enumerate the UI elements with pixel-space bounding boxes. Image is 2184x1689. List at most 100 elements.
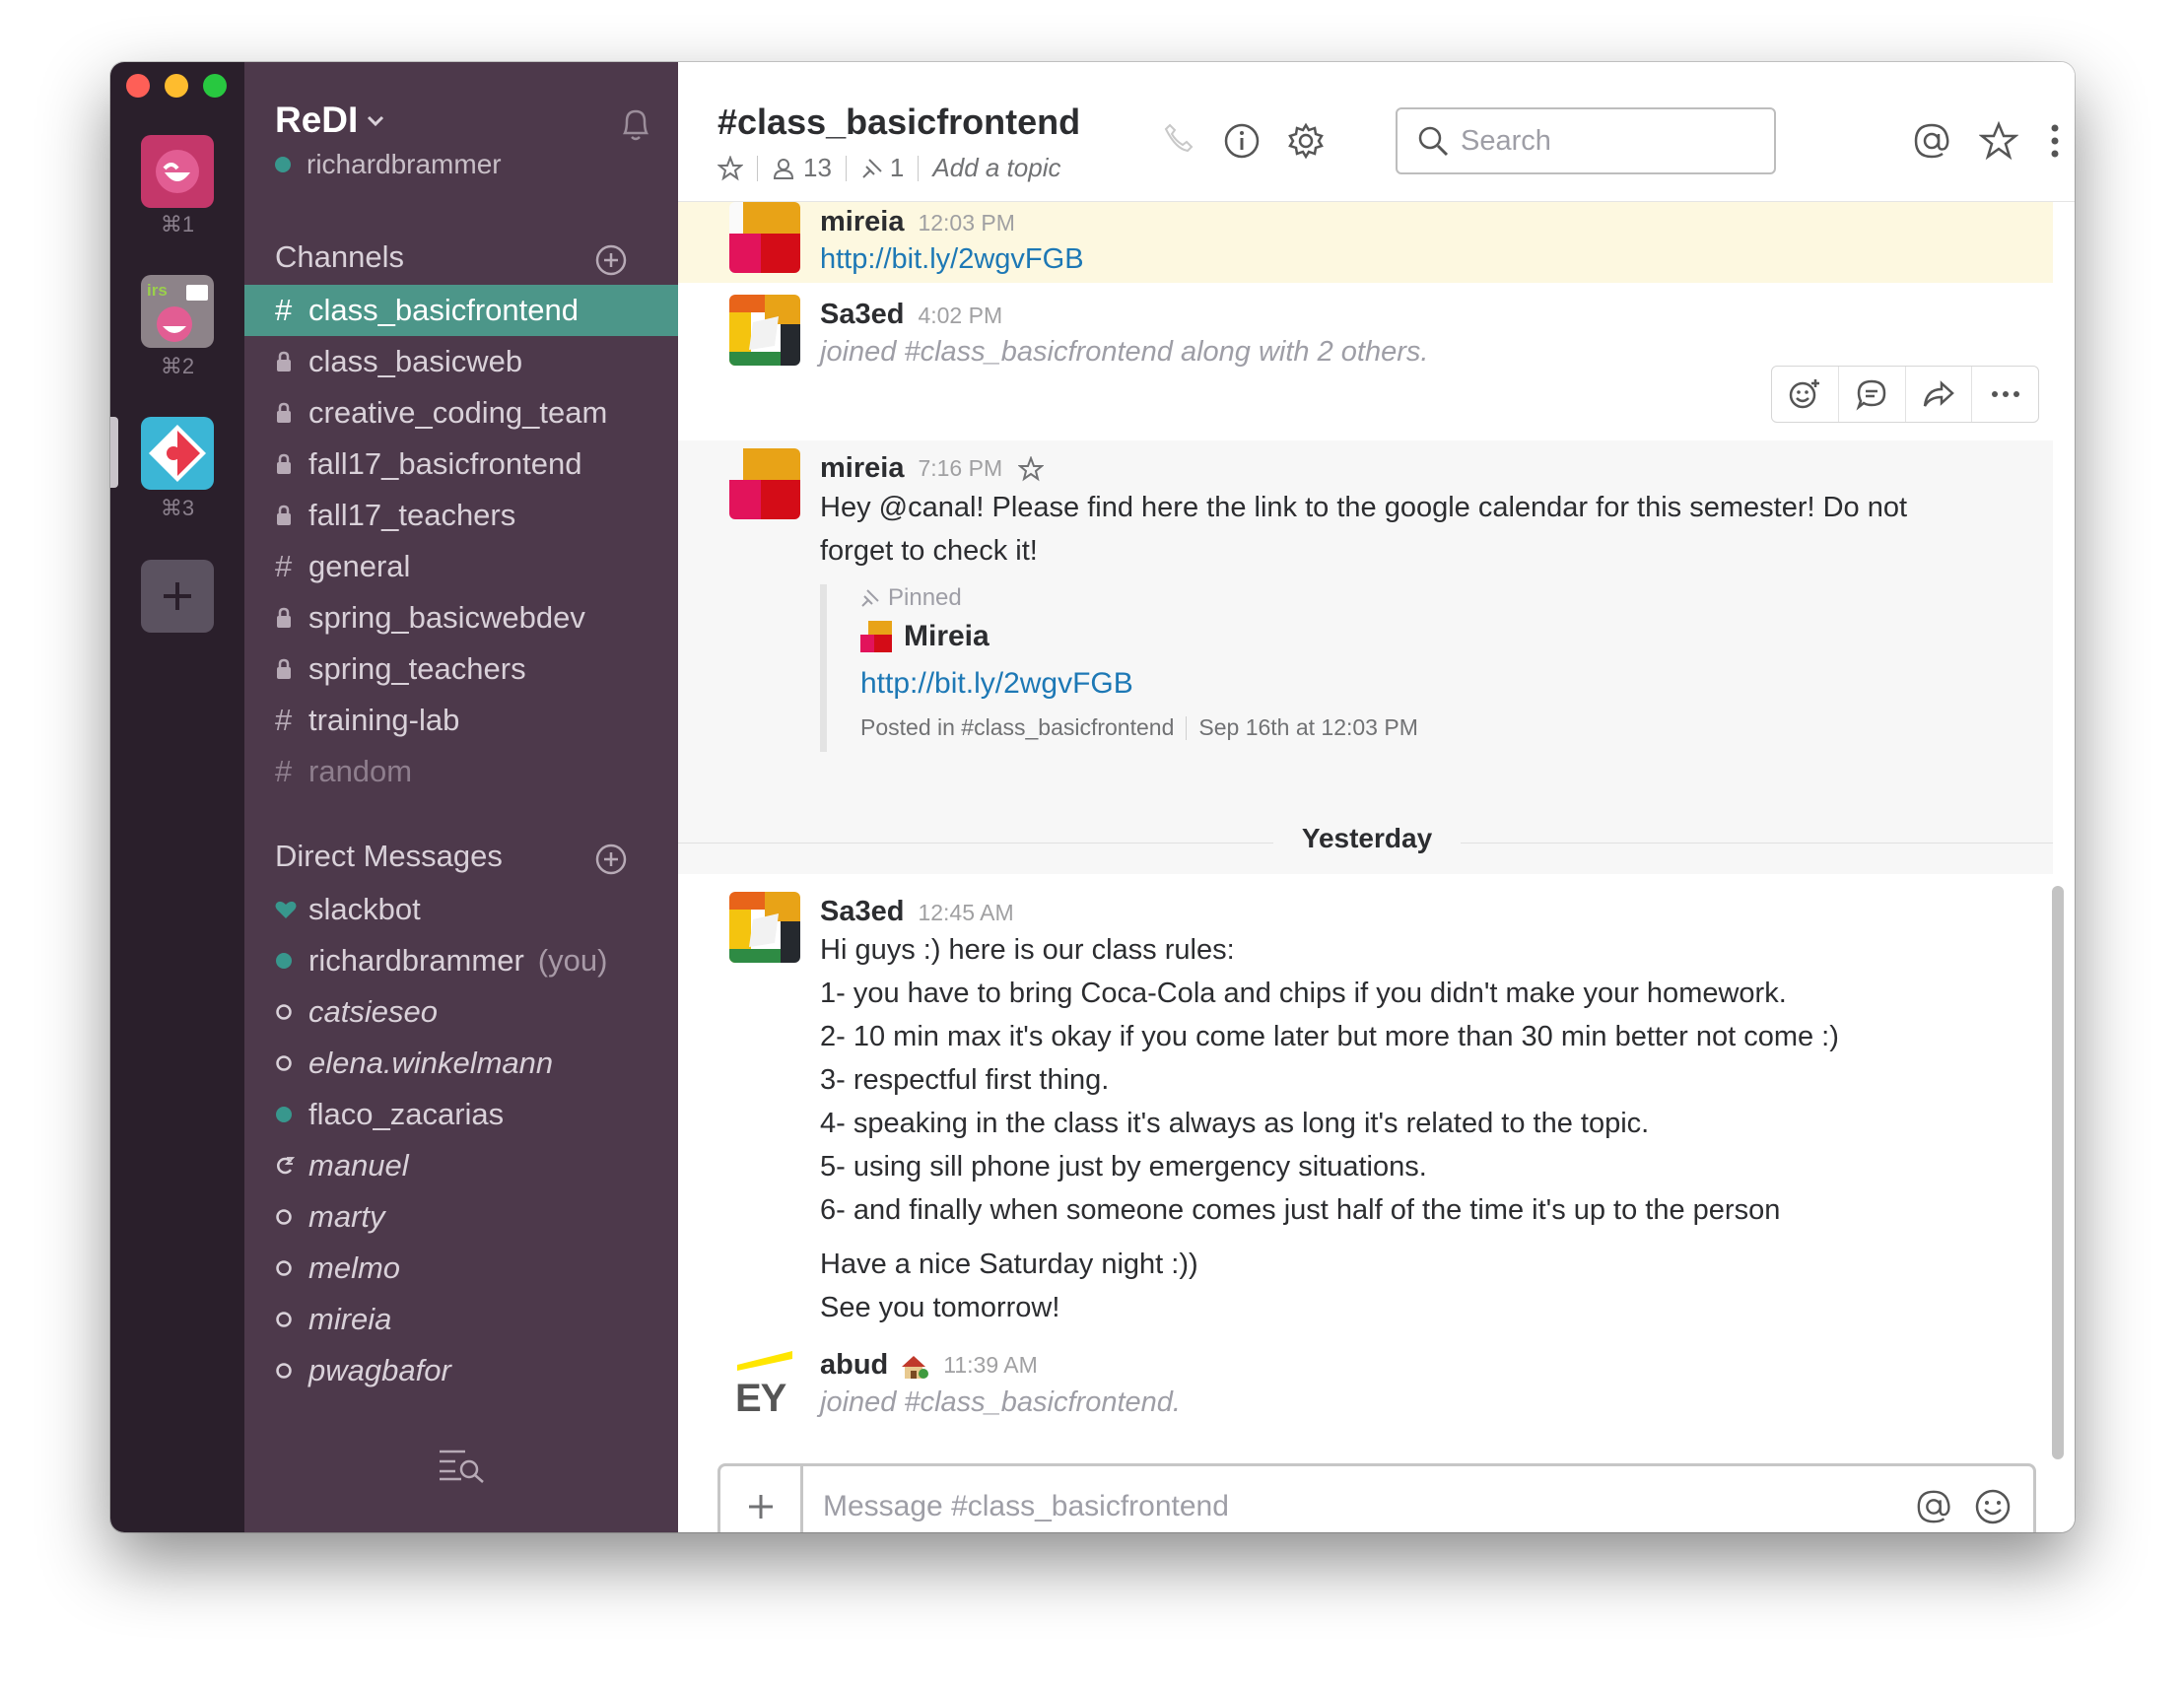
message-input[interactable] [823, 1490, 1915, 1523]
channel-item[interactable]: fall17_basicfrontend [244, 439, 678, 490]
channel-item[interactable]: # training-lab [244, 695, 678, 746]
direct-message-item[interactable]: mireia [244, 1294, 678, 1345]
info-icon[interactable] [1222, 121, 1262, 161]
pin-icon[interactable] [860, 157, 884, 180]
quick-switcher-icon[interactable] [438, 1446, 487, 1483]
star-message-icon[interactable] [1018, 455, 1045, 482]
mention-button[interactable] [1915, 1488, 1952, 1525]
zoom-window-button[interactable] [203, 74, 227, 98]
member-icon[interactable] [772, 157, 795, 180]
message-author[interactable]: abud 11:39 AM [820, 1349, 1038, 1382]
search-box[interactable] [1396, 107, 1776, 174]
direct-message-item[interactable]: melmo [244, 1243, 678, 1294]
message-link[interactable]: http://bit.ly/2wgvFGB [820, 243, 1084, 275]
avatar-image [729, 892, 800, 963]
call-icon[interactable] [1162, 121, 1195, 155]
avatar[interactable] [729, 202, 800, 273]
avatar[interactable] [729, 448, 800, 519]
channel-title[interactable]: #class_basicfrontend [717, 101, 1080, 143]
lock-icon [275, 658, 308, 680]
channel-name: class_basicfrontend [308, 293, 579, 327]
message-time[interactable]: 4:02 PM [918, 303, 1002, 328]
starred-items-icon[interactable] [1979, 121, 2018, 161]
team-icon-1[interactable] [141, 135, 214, 208]
mentions-icon[interactable] [1912, 121, 1951, 161]
add-reaction-button[interactable] [1772, 367, 1839, 422]
notifications-bell-icon[interactable] [619, 105, 652, 143]
message-body: Hi guys :) here is our class rules: 1- y… [820, 928, 1839, 1232]
avatar[interactable]: EY [729, 1349, 800, 1420]
message-author[interactable]: mireia 12:03 PM [820, 206, 1015, 238]
pinned-link[interactable]: http://bit.ly/2wgvFGB [860, 667, 1133, 701]
team-shortcut-2: ⌘2 [160, 354, 195, 378]
add-channel-icon[interactable] [594, 243, 628, 277]
author-name[interactable]: abud [820, 1349, 888, 1382]
pinned-count[interactable]: 1 [890, 153, 904, 183]
avatar[interactable] [729, 295, 800, 366]
lock-icon [275, 505, 308, 526]
direct-message-item[interactable]: marty [244, 1191, 678, 1243]
channel-item[interactable]: # class_basicfrontend [244, 285, 678, 336]
author-name[interactable]: mireia [820, 206, 904, 237]
team-icon-2[interactable]: irs [141, 275, 214, 348]
member-count[interactable]: 13 [803, 153, 832, 183]
team-icon-3[interactable] [141, 417, 214, 490]
message-author[interactable]: mireia 7:16 PM [820, 452, 1045, 485]
more-actions-button[interactable] [1972, 367, 2038, 422]
channel-name: fall17_basicfrontend [308, 446, 582, 481]
pinned-author-name[interactable]: Mireia [904, 620, 990, 653]
channel-item[interactable]: spring_teachers [244, 643, 678, 695]
message-line: Have a nice Saturday night :)) [820, 1249, 1198, 1280]
message-line: 4- speaking in the class it's always as … [820, 1108, 1650, 1139]
chevron-down-icon[interactable] [367, 115, 384, 127]
direct-messages-heading[interactable]: Direct Messages [275, 839, 503, 874]
avatar[interactable] [729, 892, 800, 963]
add-team-button[interactable] [141, 560, 214, 633]
workspace-name[interactable]: ReDI [275, 100, 358, 141]
message-author[interactable]: Sa3ed 4:02 PM [820, 299, 1002, 331]
direct-message-item[interactable]: elena.winkelmann [244, 1038, 678, 1089]
direct-message-item[interactable]: pwagbafor [244, 1345, 678, 1396]
message-time[interactable]: 12:03 PM [918, 210, 1014, 236]
direct-message-item[interactable]: manuel [244, 1140, 678, 1191]
away-status-icon [275, 1259, 308, 1277]
emoji-button[interactable] [1974, 1488, 2012, 1525]
share-message-button[interactable] [1906, 367, 1973, 422]
gear-icon[interactable] [1286, 121, 1326, 161]
away-status-icon [275, 1003, 308, 1021]
channel-item[interactable]: spring_basicwebdev [244, 592, 678, 643]
message-author[interactable]: Sa3ed 12:45 AM [820, 896, 1014, 928]
add-direct-message-icon[interactable] [594, 843, 628, 876]
author-name[interactable]: Sa3ed [820, 299, 904, 330]
channel-item[interactable]: creative_coding_team [244, 387, 678, 439]
star-channel-icon[interactable] [717, 155, 743, 181]
attach-button[interactable] [720, 1466, 803, 1532]
add-topic-link[interactable]: Add a topic [932, 153, 1060, 183]
direct-message-item[interactable]: catsieseo [244, 986, 678, 1038]
start-thread-button[interactable] [1839, 367, 1906, 422]
minimize-window-button[interactable] [165, 74, 188, 98]
channel-item[interactable]: # random [244, 746, 678, 797]
channel-item[interactable]: class_basicweb [244, 336, 678, 387]
channels-heading[interactable]: Channels [275, 239, 404, 275]
message-time[interactable]: 12:45 AM [918, 900, 1013, 925]
author-name[interactable]: mireia [820, 452, 904, 485]
message-body: http://bit.ly/2wgvFGB [820, 237, 1084, 281]
close-window-button[interactable] [126, 74, 150, 98]
direct-message-item[interactable]: slackbot [244, 884, 678, 935]
message-time[interactable]: 11:39 AM [943, 1352, 1037, 1379]
channel-item[interactable]: fall17_teachers [244, 490, 678, 541]
direct-message-item[interactable]: flaco_zacarias [244, 1089, 678, 1140]
pinned-date[interactable]: Sep 16th at 12:03 PM [1198, 714, 1418, 741]
search-input[interactable] [1461, 124, 1746, 158]
pinned-author[interactable]: Mireia [860, 620, 990, 653]
current-user[interactable]: richardbrammer [275, 149, 502, 180]
pinned-posted-in[interactable]: Posted in #class_basicfrontend [860, 714, 1174, 741]
author-name[interactable]: Sa3ed [820, 896, 904, 927]
more-vertical-icon[interactable] [2045, 121, 2065, 161]
scrollbar-thumb[interactable] [2052, 886, 2064, 1459]
channel-item[interactable]: # general [244, 541, 678, 592]
message-time[interactable]: 7:16 PM [918, 455, 1002, 482]
direct-message-item[interactable]: richardbrammer (you) [244, 935, 678, 986]
day-divider-label[interactable]: Yesterday [1283, 823, 1451, 854]
